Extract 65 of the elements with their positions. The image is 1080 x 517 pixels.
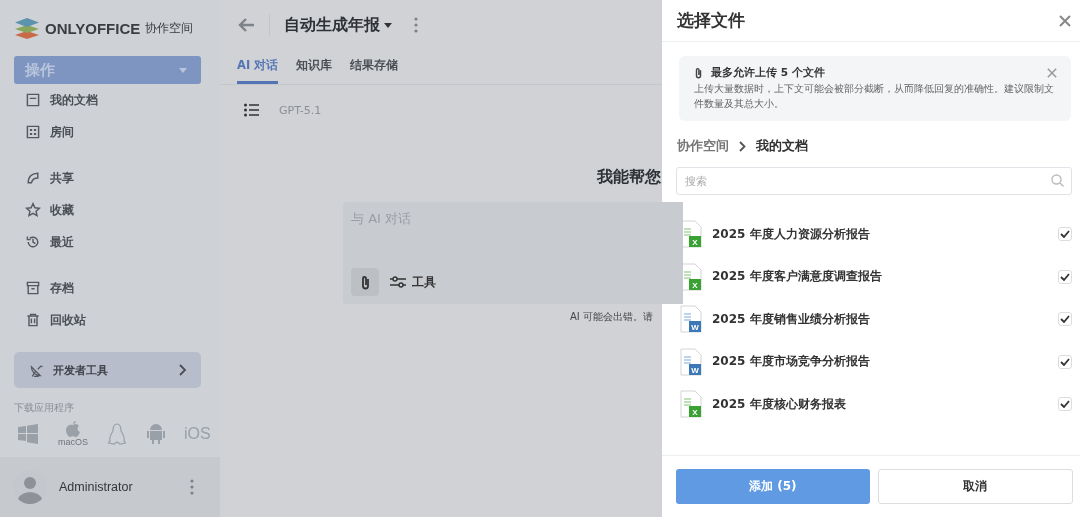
dialog-title: 选择文件 <box>677 9 745 32</box>
more-icon[interactable] <box>414 17 418 33</box>
nav-icon <box>25 124 41 140</box>
checkbox[interactable] <box>1058 354 1072 369</box>
sidebar-item[interactable]: 回收站 <box>0 304 220 336</box>
nav-icon <box>25 170 41 186</box>
apple-icon <box>66 421 80 437</box>
macos-link[interactable]: macOS <box>58 421 88 447</box>
file-name[interactable]: 2025 年度市场竞争分析报告 <box>712 353 1048 371</box>
logo-icon <box>14 17 40 39</box>
attach-button[interactable] <box>351 268 379 296</box>
tab[interactable]: AI 对话 <box>237 58 279 84</box>
close-icon[interactable] <box>1059 14 1071 27</box>
nav-icon <box>25 312 41 328</box>
notice-title: 最多允许上传 5 个文件 <box>711 66 826 80</box>
checkbox[interactable] <box>1058 397 1072 412</box>
notice-text: 上传大量数据时，上下文可能会被部分截断，从而降低回复的准确性。建议限制文件数量及其总大小。 <box>694 82 1055 111</box>
disclaimer-text: AI 可能会出错。请 <box>570 310 654 324</box>
chevron-right-icon <box>179 364 187 376</box>
brand-name: ONLYOFFICE <box>45 19 141 37</box>
paperclip-icon <box>359 274 371 290</box>
file-icon: X <box>680 390 702 419</box>
caret-icon <box>179 67 187 73</box>
paperclip-icon <box>694 67 703 79</box>
sidebar-item[interactable]: 共享 <box>0 162 220 194</box>
file-icon: X <box>680 262 702 291</box>
back-arrow-icon[interactable] <box>237 17 255 33</box>
file-name[interactable]: 2025 年度人力资源分析报告 <box>712 225 1048 243</box>
file-icon: W <box>680 347 702 376</box>
tab[interactable]: 知识库 <box>296 58 333 84</box>
greeting-text: 我能帮您 <box>597 167 662 188</box>
file-name[interactable]: 2025 年度销售业绩分析报告 <box>712 310 1048 328</box>
developer-tools-item[interactable]: 开发者工具 <box>14 352 201 388</box>
cancel-button[interactable]: 取消 <box>877 469 1073 504</box>
checkbox[interactable] <box>1058 312 1072 327</box>
breadcrumb-item[interactable]: 我的文档 <box>756 137 808 155</box>
sidebar-item[interactable]: 收藏 <box>0 194 220 226</box>
sidebar-item[interactable]: 最近 <box>0 226 220 258</box>
tab[interactable]: 结果存储 <box>350 58 399 84</box>
file-icon: X <box>680 220 702 249</box>
room-title[interactable]: 自动生成年报 <box>284 14 380 36</box>
search-icon <box>1051 174 1064 187</box>
add-button[interactable]: 添加 (5) <box>676 469 870 504</box>
nav-icon <box>25 92 41 108</box>
file-name[interactable]: 2025 年度客户满意度调查报告 <box>712 268 1048 286</box>
sliders-icon <box>390 276 406 288</box>
checkbox[interactable] <box>1058 227 1072 242</box>
user-name: Administrator <box>59 480 134 494</box>
sidebar-item[interactable]: 存档 <box>0 272 220 304</box>
breadcrumb-item[interactable]: 协作空间 <box>677 137 729 155</box>
close-icon[interactable] <box>1047 68 1057 78</box>
sidebar-item[interactable]: 我的文档 <box>0 84 220 116</box>
tools-button[interactable]: 工具 <box>390 273 436 291</box>
product-name: 协作空间 <box>145 19 194 37</box>
chevron-right-icon <box>739 140 746 152</box>
caret-icon[interactable] <box>384 22 392 28</box>
file-name[interactable]: 2025 年度核心财务报表 <box>712 395 1048 413</box>
nav-icon <box>25 202 41 218</box>
nav-icon <box>25 234 41 250</box>
list-icon[interactable] <box>244 103 259 117</box>
nav-icon <box>25 280 41 296</box>
search-field[interactable]: 搜索 <box>676 167 1072 195</box>
file-icon: W <box>680 305 702 334</box>
checkbox[interactable] <box>1058 269 1072 284</box>
sidebar-item[interactable]: 房间 <box>0 116 220 148</box>
